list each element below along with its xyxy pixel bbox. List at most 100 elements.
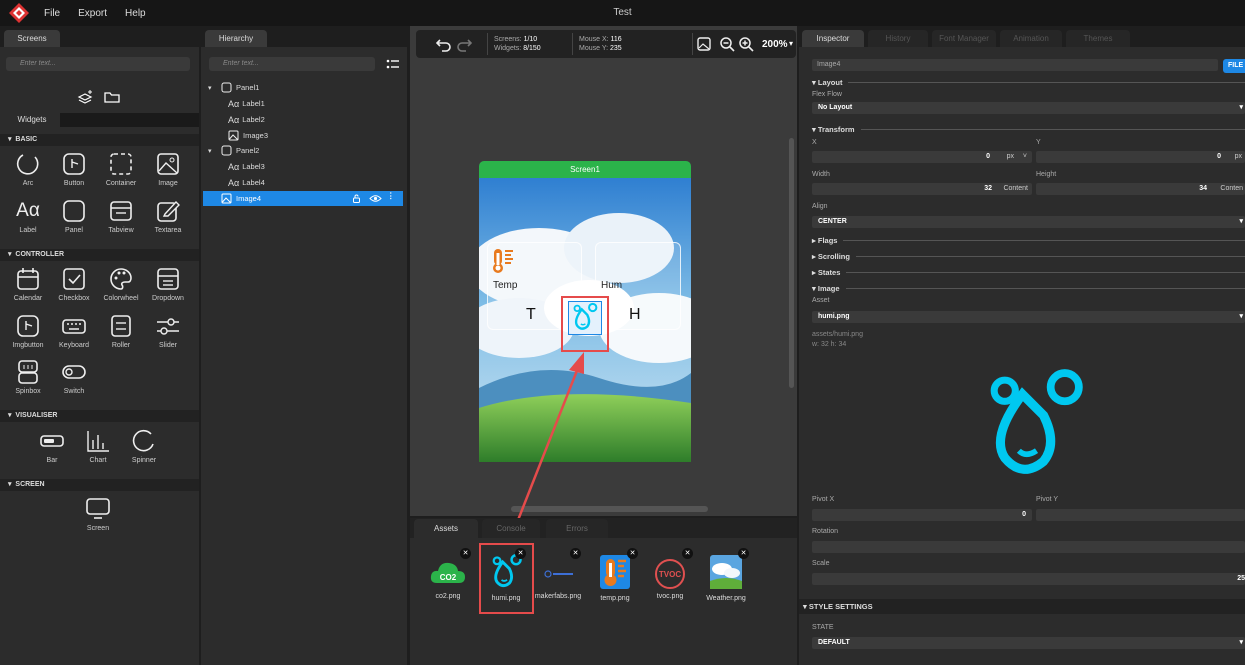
list-view-icon[interactable] [385,57,401,71]
more-options-icon[interactable]: ⋮ [387,191,395,200]
flex-flow-select[interactable]: No Layout ▾ [812,102,1245,114]
widget-roller[interactable]: Roller [98,312,144,349]
tab-assets[interactable]: Assets [414,519,478,538]
tab-hierarchy[interactable]: Hierarchy [205,30,267,47]
section-basic[interactable]: ▾ BASIC [0,134,199,146]
eye-icon[interactable] [369,194,382,203]
undo-icon[interactable] [436,36,452,52]
remove-asset-icon[interactable]: ✕ [738,548,749,559]
expand-caret-icon[interactable]: ▾ [203,147,221,155]
temp-label[interactable]: Temp [493,280,517,291]
tab-font-manager[interactable]: Font Manager [932,30,996,47]
tab-themes[interactable]: Themes [1066,30,1130,47]
remove-asset-icon[interactable]: ✕ [460,548,471,559]
asset-humi[interactable]: humi.png [482,553,530,603]
zoom-out-icon[interactable] [719,36,735,52]
widget-image[interactable]: Image [145,150,191,187]
y-input[interactable]: 0 px [1036,151,1245,163]
screens-search-input[interactable]: Enter text... [6,57,190,71]
scale-input[interactable]: 25 [812,573,1245,585]
tab-console[interactable]: Console [482,519,540,538]
menu-file[interactable]: File [44,8,60,19]
canvas-vertical-scrollbar[interactable] [789,138,794,388]
h-label[interactable]: H [629,306,641,324]
remove-asset-icon[interactable]: ✕ [682,548,693,559]
layout-section-header[interactable]: ▾ Layout [812,78,1245,87]
widget-chart[interactable]: Chart [75,427,121,464]
height-input[interactable]: 34 Conten [1036,183,1245,195]
hierarchy-search-input[interactable]: Enter text... [209,57,375,71]
state-select[interactable]: DEFAULT ▾ [812,637,1245,649]
widget-imgbutton[interactable]: Imgbutton [5,312,51,349]
widget-arc[interactable]: Arc [5,150,51,187]
add-screen-icon[interactable] [76,89,94,105]
redo-icon[interactable] [456,36,472,52]
remove-asset-icon[interactable]: ✕ [570,548,581,559]
tree-item-image3[interactable]: Image3 [203,128,403,143]
folder-icon[interactable] [104,90,120,104]
remove-asset-icon[interactable]: ✕ [515,548,526,559]
t-label[interactable]: T [526,306,536,324]
y-unit[interactable]: px [1235,151,1242,163]
image-section-header[interactable]: ▾ Image [812,284,1245,293]
align-select[interactable]: CENTER ▾ [812,216,1245,228]
widget-checkbox[interactable]: Checkbox [51,265,97,302]
chevron-down-icon[interactable]: ▾ [789,39,793,48]
width-unit[interactable]: Content [1003,183,1028,195]
tab-animation[interactable]: Animation [1000,30,1062,47]
tree-item-label4[interactable]: Aα Label4 [203,175,403,190]
tab-widgets[interactable]: Widgets [4,112,60,127]
pivot-y-input[interactable] [1036,509,1245,521]
tree-item-panel1[interactable]: ▾ Panel1 [203,80,403,95]
style-settings-header[interactable]: ▾ STYLE SETTINGS [799,599,1245,614]
section-controller[interactable]: ▾ CONTROLLER [0,249,199,261]
tab-history[interactable]: History [868,30,928,47]
tab-inspector[interactable]: Inspector [802,30,864,47]
widget-container[interactable]: Container [98,150,144,187]
widget-colorwheel[interactable]: Colorwheel [98,265,144,302]
flags-section-header[interactable]: ▸ Flags [812,236,1245,245]
transform-section-header[interactable]: ▾ Transform [812,125,1245,134]
widget-button[interactable]: Button [51,150,97,187]
widget-name-input[interactable]: Image4 [812,59,1218,71]
widget-tabview[interactable]: Tabview [98,197,144,234]
widget-screen[interactable]: Screen [75,495,121,532]
expand-caret-icon[interactable]: ▾ [203,84,221,92]
widget-switch[interactable]: Switch [51,358,97,395]
widget-keyboard[interactable]: Keyboard [51,312,97,349]
zoom-level[interactable]: 200% [762,39,788,50]
widget-slider[interactable]: Slider [145,312,191,349]
widget-calendar[interactable]: Calendar [5,265,51,302]
tree-item-image4[interactable]: Image4 ⋮ [203,191,403,206]
asset-tvoc[interactable]: TVOC tvoc.png [646,555,694,601]
asset-co2[interactable]: CO2 co2.png [424,555,472,601]
file-button[interactable]: FILE [1223,59,1245,73]
section-screen[interactable]: ▾ SCREEN [0,479,199,491]
scrolling-section-header[interactable]: ▸ Scrolling [812,252,1245,261]
widget-textarea[interactable]: Textarea [145,197,191,234]
widget-spinner[interactable]: Spinner [121,427,167,464]
section-visualiser[interactable]: ▾ VISUALISER [0,410,199,422]
asset-temp[interactable]: temp.png [591,553,639,603]
states-section-header[interactable]: ▸ States [812,268,1245,277]
height-unit[interactable]: Conten [1220,183,1243,195]
widget-bar[interactable]: Bar [29,427,75,464]
x-unit[interactable]: px [1007,151,1014,163]
tab-errors[interactable]: Errors [546,519,608,538]
lock-icon[interactable] [352,194,361,203]
asset-select[interactable]: humi.png ▾ [812,311,1245,323]
tree-item-panel2[interactable]: ▾ Panel2 [203,143,403,158]
widget-panel[interactable]: Panel [51,197,97,234]
tab-screens[interactable]: Screens [4,30,60,47]
asset-makerfabs[interactable]: makerfabs.png [534,555,582,601]
widget-dropdown[interactable]: Dropdown [145,265,191,302]
fit-image-icon[interactable] [697,37,711,51]
tree-item-label1[interactable]: Aα Label1 [203,96,403,111]
tree-item-label3[interactable]: Aα Label3 [203,159,403,174]
widget-spinbox[interactable]: Spinbox [5,358,51,395]
widget-label[interactable]: Aα Label [5,197,51,234]
zoom-in-icon[interactable] [738,36,754,52]
menu-help[interactable]: Help [125,8,146,19]
rotation-input[interactable] [812,541,1245,553]
width-input[interactable]: 32 Content [812,183,1032,195]
